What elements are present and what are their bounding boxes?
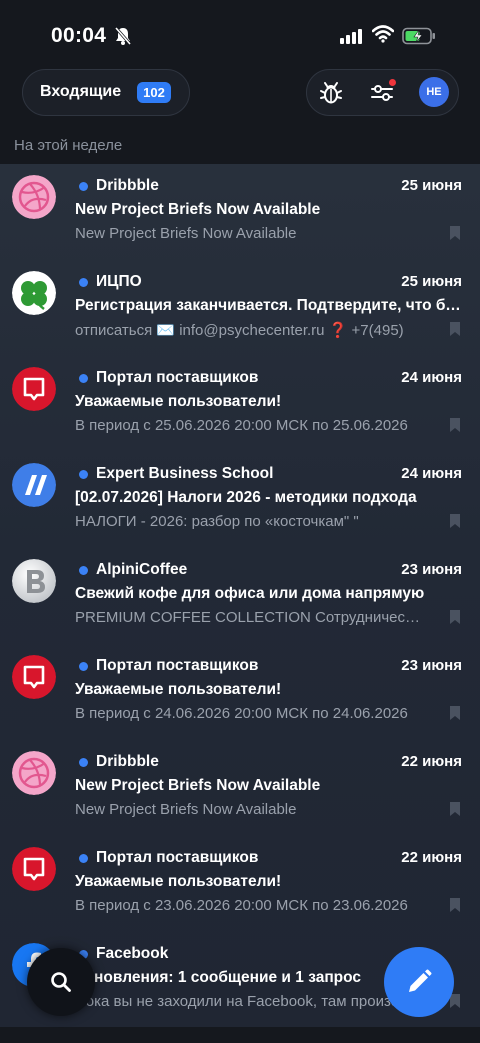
email-sender: Dribbble [96, 177, 159, 194]
account-avatar[interactable]: НЕ [419, 77, 449, 107]
email-date: 24 июня [401, 369, 462, 386]
wifi-icon [372, 25, 394, 43]
toolbar-pill: НЕ [306, 69, 459, 116]
unread-dot [79, 758, 88, 767]
email-date: 22 июня [401, 753, 462, 770]
email-list[interactable]: Dribbble 25 июня New Project Briefs Now … [0, 164, 480, 1027]
portal-avatar [12, 847, 56, 891]
email-subject: [02.07.2026] Налоги 2026 - методики подх… [75, 489, 417, 506]
email-date: 25 июня [401, 177, 462, 194]
dribbble-avatar [12, 175, 56, 219]
email-row[interactable]: Портал поставщиков 22 июня Уважаемые пол… [0, 836, 480, 932]
bookmark-icon[interactable] [449, 513, 461, 529]
email-sender: Expert Business School [96, 465, 274, 482]
unread-dot [79, 278, 88, 287]
email-preview: New Project Briefs Now Available [75, 225, 297, 242]
bell-muted-icon [114, 27, 132, 45]
filter-active-indicator [389, 79, 396, 86]
email-preview: В период с 25.06.2026 20:00 МСК по 25.06… [75, 417, 408, 434]
bookmark-icon[interactable] [449, 417, 461, 433]
bookmark-icon[interactable] [449, 705, 461, 721]
unread-dot [79, 566, 88, 575]
search-icon [51, 972, 71, 992]
dribbble-avatar [12, 751, 56, 795]
unread-count-badge: 102 [137, 82, 171, 103]
email-subject: Уважаемые пользователи! [75, 681, 282, 698]
email-row[interactable]: AlpiniCoffee 23 июня Свежий кофе для офи… [0, 548, 480, 644]
portal-avatar [12, 367, 56, 411]
bookmark-icon[interactable] [449, 801, 461, 817]
email-date: 22 июня [401, 849, 462, 866]
status-bar: 00:04 [0, 0, 480, 70]
email-preview: В период с 23.06.2026 20:00 МСК по 23.06… [75, 897, 408, 914]
email-row[interactable]: Портал поставщиков 24 июня Уважаемые пол… [0, 356, 480, 452]
bookmark-icon[interactable] [449, 225, 461, 241]
email-sender: Facebook [96, 945, 169, 962]
email-preview: PREMIUM COFFEE COLLECTION Сотрудничество [75, 609, 425, 626]
email-preview: Пока вы не заходили на Facebook, там про… [75, 993, 425, 1010]
email-sender: Портал поставщиков [96, 369, 259, 386]
bug-report-icon[interactable] [318, 80, 344, 106]
email-sender: Портал поставщиков [96, 849, 259, 866]
unread-dot [79, 662, 88, 671]
email-sender: Портал поставщиков [96, 657, 259, 674]
inbox-folder-selector[interactable]: Входящие 102 [22, 69, 190, 116]
email-sender: AlpiniCoffee [96, 561, 188, 578]
section-header-this-week: На этой неделе [14, 137, 123, 154]
email-preview: В период с 24.06.2026 20:00 МСК по 24.06… [75, 705, 408, 722]
email-sender: ИЦПО [96, 273, 142, 290]
bookmark-icon[interactable] [449, 897, 461, 913]
search-button[interactable] [27, 948, 95, 1016]
email-preview: New Project Briefs Now Available [75, 801, 297, 818]
email-date: 25 июня [401, 273, 462, 290]
email-subject: Уважаемые пользователи! [75, 393, 282, 410]
status-time: 00:04 [51, 24, 107, 47]
pencil-icon [409, 969, 432, 992]
battery-charging-icon [402, 27, 435, 45]
email-preview: отписаться ✉️ info@psychecenter.ru ❓ +7(… [75, 322, 404, 339]
unread-dot [79, 854, 88, 863]
clover-avatar [12, 271, 56, 315]
email-date: 24 июня [401, 465, 462, 482]
email-subject: Уважаемые пользователи! [75, 873, 282, 890]
inbox-label: Входящие [40, 83, 122, 100]
unread-dot [79, 374, 88, 383]
expert-business-school-avatar [12, 463, 56, 507]
bottom-safe-area [0, 1027, 480, 1043]
email-row[interactable]: Dribbble 25 июня New Project Briefs Now … [0, 164, 480, 260]
email-row[interactable]: Expert Business School 24 июня [02.07.20… [0, 452, 480, 548]
portal-avatar [12, 655, 56, 699]
email-subject: New Project Briefs Now Available [75, 777, 321, 794]
email-subject: Регистрация заканчивается. Подтвердите, … [75, 297, 461, 314]
email-row[interactable]: Dribbble 22 июня New Project Briefs Now … [0, 740, 480, 836]
unread-dot [79, 470, 88, 479]
email-subject: New Project Briefs Now Available [75, 201, 321, 218]
bookmark-icon[interactable] [449, 321, 461, 337]
bookmark-icon[interactable] [449, 609, 461, 625]
alpinicoffee-avatar [12, 559, 56, 603]
email-preview: НАЛОГИ - 2026: разбор по «косточкам" " [75, 513, 359, 530]
compose-button[interactable] [384, 947, 454, 1017]
email-row[interactable]: ИЦПО 25 июня Регистрация заканчивается. … [0, 260, 480, 356]
unread-dot [79, 182, 88, 191]
email-subject: Свежий кофе для офиса или дома напрямую [75, 585, 425, 602]
email-date: 23 июня [401, 657, 462, 674]
cellular-signal-icon [340, 29, 362, 44]
email-date: 23 июня [401, 561, 462, 578]
email-sender: Dribbble [96, 753, 159, 770]
email-row[interactable]: Портал поставщиков 23 июня Уважаемые пол… [0, 644, 480, 740]
